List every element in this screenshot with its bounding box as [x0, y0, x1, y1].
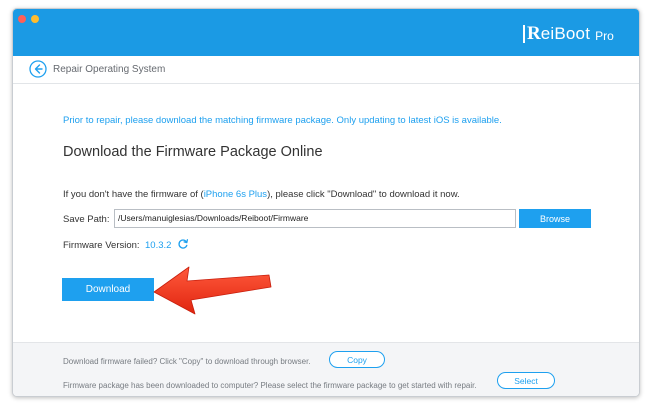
instruction-text-start: If you don't have the firmware of (	[63, 189, 204, 200]
close-window-button[interactable]	[18, 15, 26, 23]
save-path-label: Save Path:	[63, 214, 110, 225]
copy-button[interactable]: Copy	[329, 351, 385, 368]
footer: Download firmware failed? Click "Copy" t…	[13, 342, 639, 396]
download-failed-text: Download firmware failed? Click "Copy" t…	[63, 357, 311, 366]
red-arrow-icon	[153, 266, 272, 315]
app-window: R eiBoot Pro Repair Operating System Pri…	[12, 8, 640, 397]
title-bar: R eiBoot Pro	[13, 9, 639, 56]
back-arrow-icon[interactable]	[29, 60, 47, 78]
device-name: iPhone 6s Plus	[203, 189, 268, 200]
download-instruction: If you don't have the firmware of (iPhon…	[63, 189, 460, 200]
refresh-icon[interactable]	[177, 238, 189, 250]
firmware-version-value: 10.3.2	[145, 240, 172, 251]
download-button[interactable]: Download	[62, 278, 154, 301]
browse-button[interactable]: Browse	[519, 209, 591, 228]
firmware-notice: Prior to repair, please download the mat…	[63, 115, 502, 126]
save-path-input[interactable]: /Users/manuiglesias/Downloads/Reiboot/Fi…	[114, 209, 516, 228]
minimize-window-button[interactable]	[31, 15, 39, 23]
page-title: Repair Operating System	[53, 64, 166, 75]
section-heading: Download the Firmware Package Online	[63, 144, 323, 160]
select-button[interactable]: Select	[497, 372, 555, 389]
subheader: Repair Operating System	[13, 56, 639, 84]
logo-name: eiBoot	[540, 24, 591, 43]
logo-mark: R	[523, 24, 541, 43]
already-downloaded-text: Firmware package has been downloaded to …	[63, 381, 477, 390]
instruction-text-end: ), please click "Download" to download i…	[267, 189, 460, 200]
app-logo: R eiBoot Pro	[523, 22, 614, 46]
logo-pro: Pro	[595, 28, 614, 43]
firmware-version-label: Firmware Version:	[63, 240, 140, 251]
